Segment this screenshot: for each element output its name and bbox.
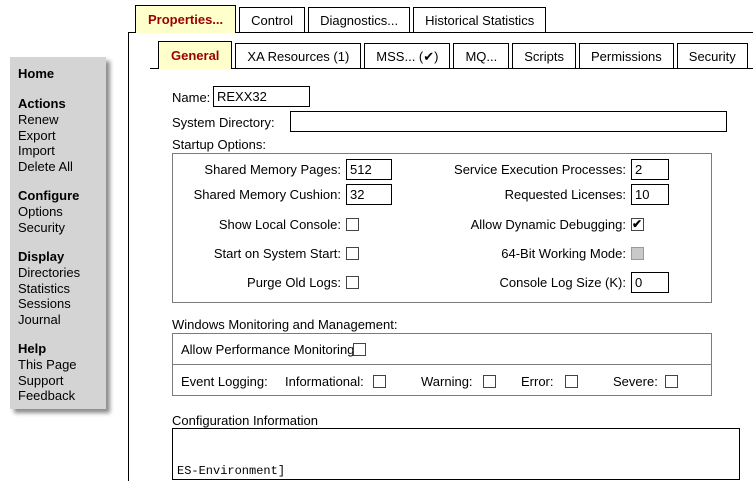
content-panel-left-border xyxy=(128,33,129,481)
sidebar-header-display: Display xyxy=(18,249,102,265)
tab-mq[interactable]: MQ... xyxy=(453,43,509,68)
start-on-system-start-label: Start on System Start: xyxy=(173,246,341,261)
warning-label: Warning: xyxy=(421,374,473,389)
console-log-size-input[interactable] xyxy=(631,272,669,293)
sidebar: Home Actions Renew Export Import Delete … xyxy=(10,57,106,409)
sidebar-item-journal[interactable]: Journal xyxy=(18,312,102,328)
error-label: Error: xyxy=(521,374,554,389)
sidebar-item-directories[interactable]: Directories xyxy=(18,265,102,281)
secondary-tab-bar: General XA Resources (1) MSS... (✔) MQ..… xyxy=(150,40,753,69)
show-local-console-checkbox[interactable] xyxy=(346,218,359,231)
sidebar-item-sessions[interactable]: Sessions xyxy=(18,296,102,312)
tab-properties[interactable]: Properties... xyxy=(135,5,236,32)
configuration-information-editor[interactable]: ES-Environment] MFTRACE_CONFIG=C:\Users\… xyxy=(172,428,740,480)
sidebar-item-export[interactable]: Export xyxy=(18,128,102,144)
allow-dynamic-debugging-checkbox[interactable] xyxy=(631,218,644,231)
informational-label: Informational: xyxy=(285,374,364,389)
error-checkbox[interactable] xyxy=(565,375,578,388)
sidebar-header-configure: Configure xyxy=(18,188,102,204)
allow-dynamic-debugging-label: Allow Dynamic Debugging: xyxy=(403,217,626,232)
system-directory-label: System Directory: xyxy=(172,116,275,130)
tab-historical-statistics[interactable]: Historical Statistics xyxy=(413,7,546,32)
requested-licenses-input[interactable] xyxy=(631,184,669,205)
start-on-system-start-checkbox[interactable] xyxy=(346,247,359,260)
shared-memory-cushion-label: Shared Memory Cushion: xyxy=(173,184,341,205)
startup-options-title: Startup Options: xyxy=(172,138,266,152)
tab-xa-resources[interactable]: XA Resources (1) xyxy=(235,43,361,68)
purge-old-logs-checkbox[interactable] xyxy=(346,276,359,289)
sidebar-item-options[interactable]: Options xyxy=(18,204,102,220)
tab-permissions[interactable]: Permissions xyxy=(579,43,674,68)
system-directory-input[interactable] xyxy=(290,111,727,132)
allow-performance-monitoring-label: Allow Performance Monitoring: xyxy=(181,342,358,357)
sidebar-item-feedback[interactable]: Feedback xyxy=(18,388,102,404)
group-divider xyxy=(173,364,711,365)
tab-scripts[interactable]: Scripts xyxy=(512,43,576,68)
tab-general[interactable]: General xyxy=(158,41,232,68)
tab-mss[interactable]: MSS... (✔) xyxy=(364,43,450,68)
sidebar-item-import[interactable]: Import xyxy=(18,143,102,159)
sidebar-header-actions: Actions xyxy=(18,96,102,112)
severe-label: Severe: xyxy=(613,374,658,389)
primary-tab-bar: Properties... Control Diagnostics... His… xyxy=(128,4,753,33)
name-label: Name: xyxy=(172,91,210,105)
service-execution-processes-input[interactable] xyxy=(631,159,669,180)
sidebar-item-security[interactable]: Security xyxy=(18,220,102,236)
show-local-console-label: Show Local Console: xyxy=(173,217,341,232)
sidebar-item-this-page[interactable]: This Page xyxy=(18,357,102,373)
console-log-size-label: Console Log Size (K): xyxy=(403,272,626,293)
tab-security[interactable]: Security xyxy=(677,43,748,68)
enterprise-server-admin-screen: Home Actions Renew Export Import Delete … xyxy=(0,0,753,481)
64-bit-working-mode-label: 64-Bit Working Mode: xyxy=(403,246,626,261)
name-input[interactable] xyxy=(213,86,310,107)
monitoring-group: Allow Performance Monitoring: Event Logg… xyxy=(172,333,712,396)
monitoring-title: Windows Monitoring and Management: xyxy=(172,318,397,332)
config-line-1-text: ES-Environment] xyxy=(177,464,285,478)
allow-performance-monitoring-checkbox[interactable] xyxy=(353,343,366,356)
shared-memory-cushion-input[interactable] xyxy=(346,184,392,205)
tab-diagnostics[interactable]: Diagnostics... xyxy=(308,7,410,32)
shared-memory-pages-label: Shared Memory Pages: xyxy=(173,159,341,180)
tab-control[interactable]: Control xyxy=(239,7,305,32)
sidebar-item-renew[interactable]: Renew xyxy=(18,112,102,128)
purge-old-logs-label: Purge Old Logs: xyxy=(173,275,341,290)
requested-licenses-label: Requested Licenses: xyxy=(403,184,626,205)
event-logging-label: Event Logging: xyxy=(181,374,268,389)
sidebar-item-statistics[interactable]: Statistics xyxy=(18,281,102,297)
sidebar-item-delete-all[interactable]: Delete All xyxy=(18,159,102,175)
shared-memory-pages-input[interactable] xyxy=(346,159,392,180)
configuration-information-title: Configuration Information xyxy=(172,414,318,428)
config-line-1: ES-Environment] xyxy=(177,463,735,479)
sidebar-header-help: Help xyxy=(18,341,102,357)
sidebar-item-home[interactable]: Home xyxy=(18,66,102,82)
informational-checkbox[interactable] xyxy=(373,375,386,388)
severe-checkbox[interactable] xyxy=(665,375,678,388)
service-execution-processes-label: Service Execution Processes: xyxy=(403,159,626,180)
sidebar-item-support[interactable]: Support xyxy=(18,373,102,389)
startup-options-group: Shared Memory Pages: Service Execution P… xyxy=(172,153,712,303)
64-bit-working-mode-checkbox xyxy=(631,247,644,260)
warning-checkbox[interactable] xyxy=(483,375,496,388)
